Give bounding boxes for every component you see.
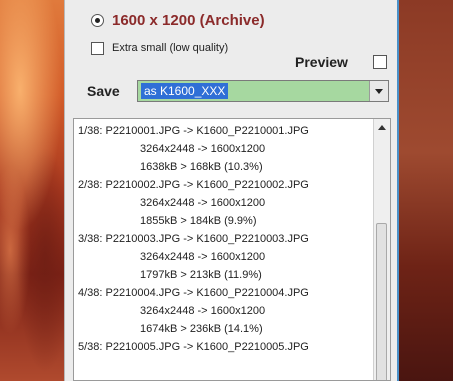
log-line: 1/38: P2210001.JPG -> K1600_P2210001.JPG (78, 125, 309, 137)
radio-selected-icon[interactable] (91, 13, 104, 27)
log-lines: 1/38: P2210001.JPG -> K1600_P2210001.JPG… (78, 122, 372, 356)
log-line: 3264x2448 -> 1600x1200 (140, 251, 266, 263)
checkbox-icon[interactable] (91, 41, 104, 55)
log-line: 1855kB > 184kB (9.9%) (140, 215, 257, 227)
save-label: Save (87, 83, 120, 99)
log-line: 5/38: P2210005.JPG -> K1600_P2210005.JPG (78, 341, 309, 353)
dropdown-button[interactable] (369, 81, 388, 101)
log-line: 1674kB > 236kB (14.1%) (140, 323, 263, 335)
log-scrollbar[interactable] (373, 119, 390, 380)
desktop-wallpaper-right (396, 0, 453, 381)
log-line: 3264x2448 -> 1600x1200 (140, 143, 266, 155)
log-line: 1638kB > 168kB (10.3%) (140, 161, 263, 173)
log-line: 3/38: P2210003.JPG -> K1600_P2210003.JPG (78, 233, 309, 245)
log-line: 3264x2448 -> 1600x1200 (140, 305, 266, 317)
log-line: 2/38: P2210002.JPG -> K1600_P2210002.JPG (78, 179, 309, 191)
log-line: 1797kB > 213kB (11.9%) (140, 269, 262, 281)
extra-small-label: Extra small (low quality) (112, 42, 229, 54)
preview-checkbox[interactable] (373, 55, 387, 69)
resize-settings-panel: 1600 x 1200 (Archive) Extra small (low q… (64, 0, 397, 381)
save-name-combobox[interactable]: as K1600_XXX (137, 80, 389, 102)
scroll-thumb[interactable] (376, 223, 387, 380)
extra-small-option[interactable]: Extra small (low quality) (91, 40, 228, 56)
conversion-log[interactable]: 1/38: P2210001.JPG -> K1600_P2210001.JPG… (73, 118, 391, 381)
chevron-down-icon (375, 88, 383, 94)
log-line: 4/38: P2210004.JPG -> K1600_P2210004.JPG (78, 287, 309, 299)
resolution-option[interactable]: 1600 x 1200 (Archive) (91, 10, 265, 30)
save-name-value[interactable]: as K1600_XXX (141, 83, 229, 99)
resolution-label: 1600 x 1200 (Archive) (112, 11, 265, 29)
scroll-up-arrow-icon[interactable] (378, 125, 386, 130)
log-line: 3264x2448 -> 1600x1200 (140, 197, 266, 209)
preview-label: Preview (295, 54, 348, 70)
